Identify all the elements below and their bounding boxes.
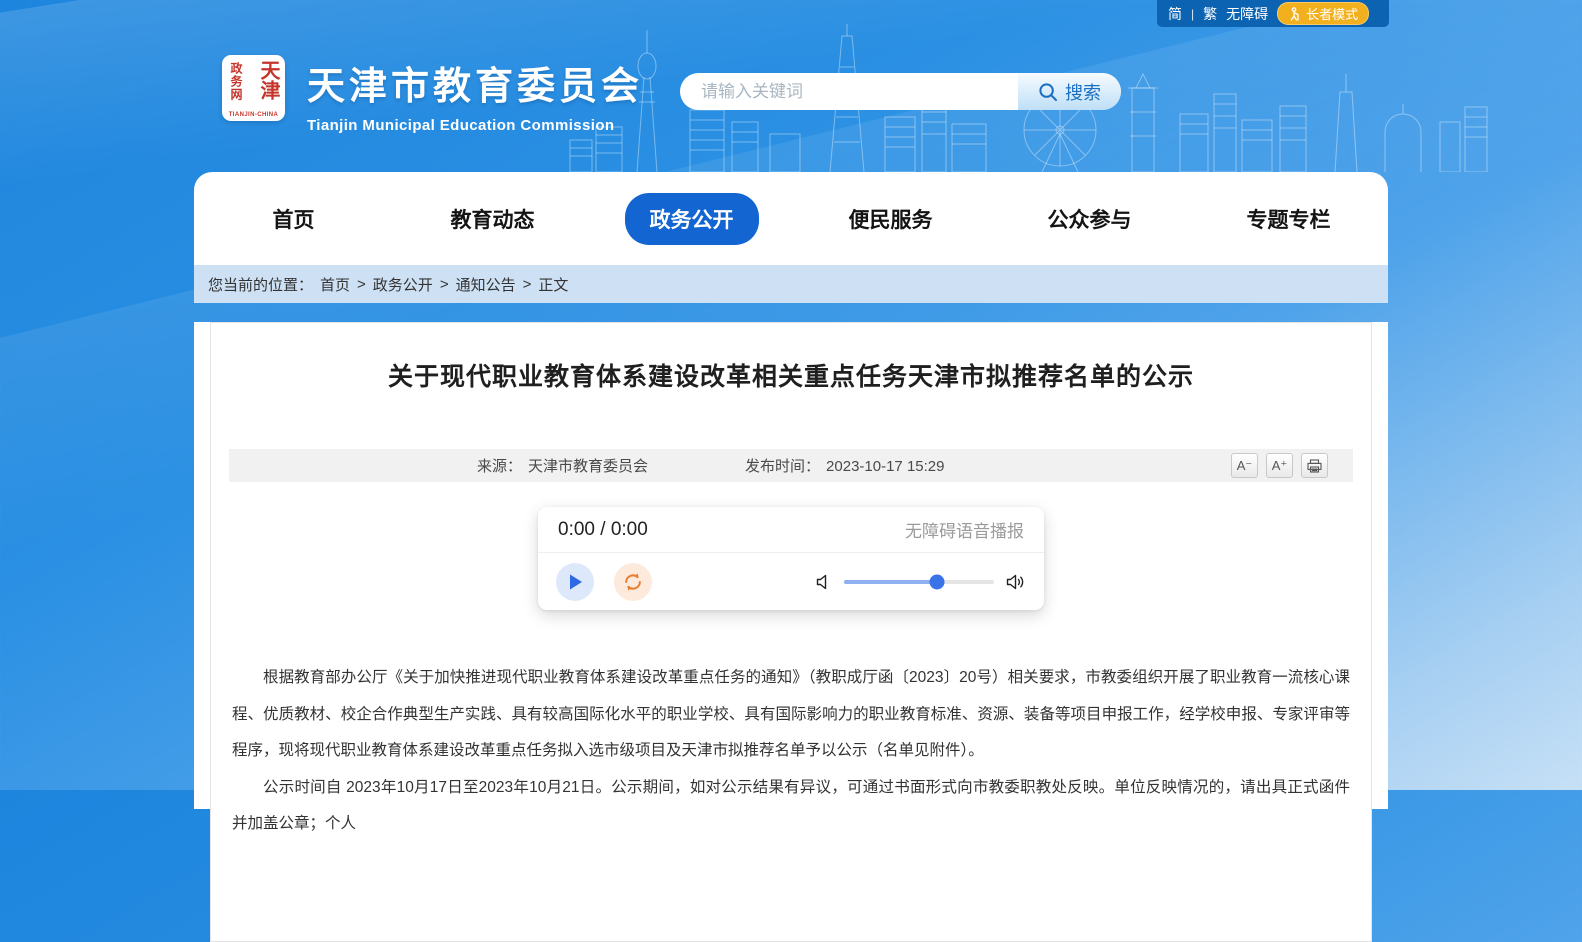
player-caption: 无障碍语音播报 <box>905 517 1024 542</box>
lang-traditional-link[interactable]: 繁 <box>1203 4 1217 24</box>
divider: | <box>1191 7 1194 21</box>
article-body: 根据教育部办公厅《关于加快推进现代职业教育体系建设改革重点任务的通知》（教职成厅… <box>232 660 1350 843</box>
search-icon <box>1038 82 1058 102</box>
nav-item-public-participation[interactable]: 公众参与 <box>990 193 1189 245</box>
site-titles: 天津市教育委员会 Tianjin Municipal Education Com… <box>307 55 643 134</box>
breadcrumb-notices[interactable]: 通知公告 <box>456 274 516 295</box>
article-publish-time: 发布时间： 2023-10-17 15:29 <box>745 455 944 476</box>
play-button[interactable] <box>556 563 594 601</box>
site-header: 简 | 繁 无障碍 长者模式 政务网 天津 TIANJIN-CHINA 天津市教… <box>0 0 1582 172</box>
search-button-label: 搜索 <box>1065 79 1101 105</box>
lang-simplified-link[interactable]: 简 <box>1168 4 1182 24</box>
breadcrumb-current: 正文 <box>538 274 568 295</box>
site-name: 天津市教育委员会 <box>307 55 643 110</box>
logo-seal-right: 天津 <box>258 60 278 106</box>
article-card: 关于现代职业教育体系建设改革相关重点任务天津市拟推荐名单的公示 来源： 天津市教育… <box>210 322 1372 942</box>
article-source: 来源： 天津市教育委员会 <box>477 455 648 476</box>
volume-high-icon[interactable] <box>1006 574 1026 590</box>
breadcrumb-separator: > <box>440 276 449 293</box>
logo-seal-left: 政务网 <box>230 62 242 106</box>
print-icon <box>1307 459 1322 473</box>
article-meta-bar: 来源： 天津市教育委员会 发布时间： 2023-10-17 15:29 A⁻ A⁺ <box>229 449 1353 482</box>
article-paragraph: 公示时间自 2023年10月17日至2023年10月21日。公示期间，如对公示结… <box>232 770 1350 843</box>
logo-seal: 政务网 天津 <box>230 60 278 106</box>
main-container: 首页 教育动态 政务公开 便民服务 公众参与 专题专栏 您当前的位置： 首页 >… <box>194 172 1388 790</box>
breadcrumb-separator: > <box>523 276 532 293</box>
replay-icon <box>622 571 644 593</box>
elder-icon <box>1288 7 1301 21</box>
audio-player-header: 0:00 / 0:00 无障碍语音播报 <box>538 507 1044 553</box>
volume-slider[interactable] <box>844 580 994 584</box>
article-paragraph: 根据教育部办公厅《关于加快推进现代职业教育体系建设改革重点任务的通知》（教职成厅… <box>232 660 1350 770</box>
accessibility-bar: 简 | 繁 无障碍 长者模式 <box>1157 0 1389 27</box>
breadcrumb-label: 您当前的位置： <box>208 274 313 295</box>
font-increase-button[interactable]: A⁺ <box>1266 453 1293 478</box>
breadcrumb-home[interactable]: 首页 <box>320 274 350 295</box>
breadcrumb-government-affairs[interactable]: 政务公开 <box>373 274 433 295</box>
volume-low-icon[interactable] <box>816 574 832 590</box>
publish-time-value: 2023-10-17 15:29 <box>826 458 944 475</box>
font-decrease-icon: A⁻ <box>1237 458 1253 474</box>
search-bar: 搜索 <box>680 73 1121 110</box>
nav-item-public-services[interactable]: 便民服务 <box>791 193 990 245</box>
content-area: 关于现代职业教育体系建设改革相关重点任务天津市拟推荐名单的公示 来源： 天津市教育… <box>194 322 1388 809</box>
player-time: 0:00 / 0:00 <box>558 519 648 541</box>
nav-item-education-news[interactable]: 教育动态 <box>393 193 592 245</box>
nav-item-special-topics[interactable]: 专题专栏 <box>1189 193 1388 245</box>
nav-item-home[interactable]: 首页 <box>194 193 393 245</box>
volume-slider-fill <box>844 580 937 584</box>
print-button[interactable] <box>1301 453 1328 478</box>
elder-mode-label: 长者模式 <box>1306 4 1358 23</box>
audio-player-controls <box>538 553 1044 610</box>
site-logo[interactable]: 政务网 天津 TIANJIN-CHINA <box>222 55 285 121</box>
main-nav: 首页 教育动态 政务公开 便民服务 公众参与 专题专栏 <box>194 172 1388 265</box>
publish-time-label: 发布时间： <box>745 458 820 475</box>
breadcrumb-separator: > <box>357 276 366 293</box>
font-increase-icon: A⁺ <box>1272 458 1288 474</box>
logo-caption: TIANJIN-CHINA <box>222 112 285 118</box>
breadcrumb: 您当前的位置： 首页 > 政务公开 > 通知公告 > 正文 <box>194 265 1388 303</box>
elder-mode-button[interactable]: 长者模式 <box>1277 2 1369 25</box>
source-label: 来源： <box>477 458 522 475</box>
search-button[interactable]: 搜索 <box>1018 73 1121 110</box>
nav-item-government-affairs[interactable]: 政务公开 <box>592 193 791 245</box>
volume-slider-thumb[interactable] <box>930 574 945 589</box>
brand: 政务网 天津 TIANJIN-CHINA 天津市教育委员会 Tianjin Mu… <box>222 55 643 134</box>
font-decrease-button[interactable]: A⁻ <box>1231 453 1258 478</box>
accessibility-link[interactable]: 无障碍 <box>1226 4 1268 24</box>
site-name-en: Tianjin Municipal Education Commission <box>307 117 643 134</box>
source-value: 天津市教育委员会 <box>528 458 648 475</box>
search-input[interactable] <box>680 73 1018 110</box>
play-icon <box>567 573 583 591</box>
audio-player: 0:00 / 0:00 无障碍语音播报 <box>538 507 1044 610</box>
replay-button[interactable] <box>614 563 652 601</box>
article-tools: A⁻ A⁺ <box>1231 453 1328 478</box>
article-title: 关于现代职业教育体系建设改革相关重点任务天津市拟推荐名单的公示 <box>251 357 1331 393</box>
